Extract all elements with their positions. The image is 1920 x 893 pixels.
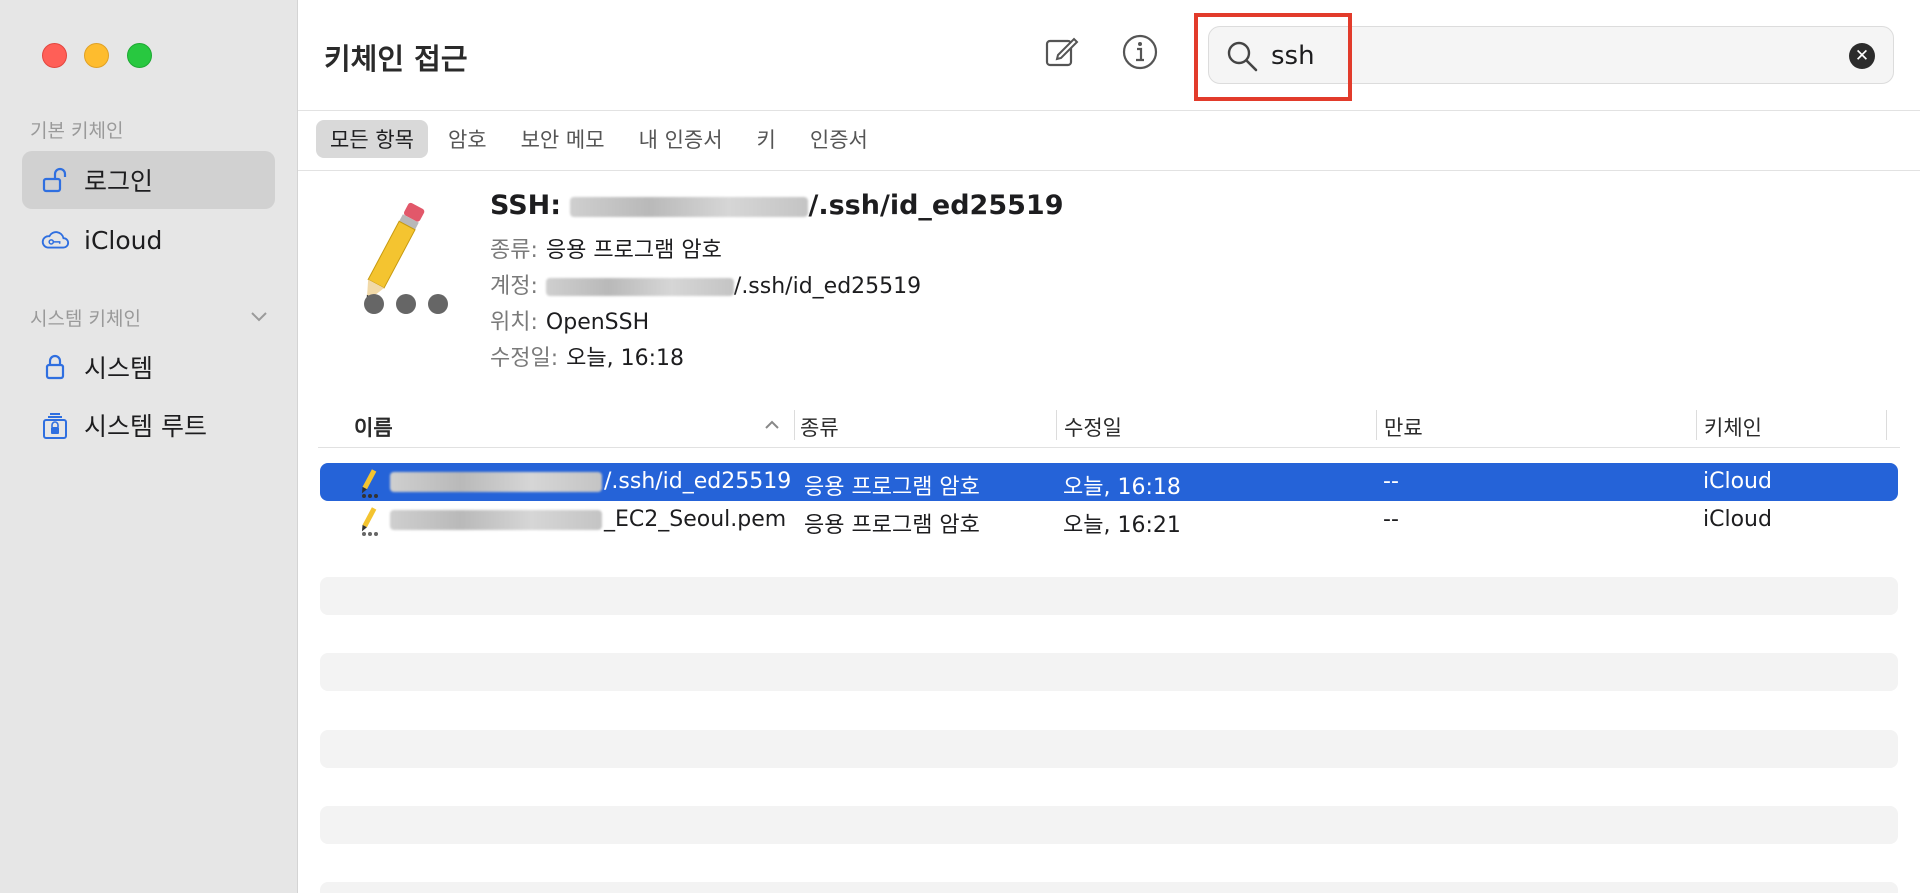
account-row: 계정: /.ssh/id_ed25519 bbox=[490, 268, 921, 300]
sidebar-item-label: 시스템 루트 bbox=[84, 412, 207, 441]
empty-row bbox=[320, 577, 1898, 615]
item-preview-icon bbox=[332, 196, 472, 326]
sidebar-item-login[interactable]: 로그인 bbox=[22, 151, 275, 209]
search-input[interactable] bbox=[1271, 37, 1831, 75]
sidebar-item-label: 로그인 bbox=[84, 167, 154, 196]
row-keychain: iCloud bbox=[1703, 469, 1772, 494]
tab-my-certificates[interactable]: 내 인증서 bbox=[625, 120, 737, 158]
row-kind: 응용 프로그램 암호 bbox=[804, 475, 980, 500]
tab-secure-notes[interactable]: 보안 메모 bbox=[507, 120, 619, 158]
row-name: /.ssh/id_ed25519 bbox=[604, 469, 792, 494]
redacted-text bbox=[570, 196, 809, 217]
column-header-modified[interactable]: 수정일 bbox=[1064, 412, 1122, 442]
kind-value: 응용 프로그램 암호 bbox=[545, 238, 722, 263]
sort-ascending-icon[interactable] bbox=[763, 416, 781, 434]
empty-row bbox=[320, 653, 1898, 691]
table-row[interactable]: _EC2_Seoul.pem 응용 프로그램 암호 오늘, 16:21 -- i… bbox=[320, 501, 1898, 539]
tab-certificates[interactable]: 인증서 bbox=[796, 120, 882, 158]
row-expires: -- bbox=[1383, 507, 1399, 532]
tab-keys[interactable]: 키 bbox=[743, 120, 790, 158]
where-row: 위치: OpenSSH bbox=[490, 304, 649, 336]
divider bbox=[298, 170, 1920, 171]
sidebar-item-label: iCloud bbox=[84, 225, 163, 255]
sidebar-item-system-roots[interactable]: 시스템 루트 bbox=[22, 396, 275, 454]
modified-label: 수정일: bbox=[490, 346, 559, 371]
column-header-name[interactable]: 이름 bbox=[354, 412, 393, 442]
column-divider[interactable] bbox=[794, 410, 795, 440]
kind-label: 종류: bbox=[490, 238, 538, 263]
tab-passwords[interactable]: 암호 bbox=[434, 120, 501, 158]
table-row[interactable]: /.ssh/id_ed25519 응용 프로그램 암호 오늘, 16:18 --… bbox=[320, 463, 1898, 501]
pencil-password-icon bbox=[361, 469, 378, 498]
get-info-button[interactable] bbox=[1120, 34, 1160, 74]
unlock-icon bbox=[40, 165, 70, 195]
where-label: 위치: bbox=[490, 310, 538, 335]
category-tabs: 모든 항목 암호 보안 메모 내 인증서 키 인증서 bbox=[316, 120, 882, 158]
column-header-kind[interactable]: 종류 bbox=[800, 412, 839, 442]
modified-value: 오늘, 16:18 bbox=[566, 346, 685, 371]
close-window-button[interactable] bbox=[42, 43, 67, 68]
tab-all-items[interactable]: 모든 항목 bbox=[316, 120, 428, 158]
empty-row bbox=[320, 806, 1898, 844]
sidebar: 기본 키체인 로그인 iCloud 시스템 키체인 시스템 시스템 루트 bbox=[0, 0, 298, 893]
row-modified: 오늘, 16:18 bbox=[1063, 475, 1181, 500]
sidebar-item-label: 시스템 bbox=[84, 354, 154, 383]
row-keychain: iCloud bbox=[1703, 507, 1772, 532]
main-content: 키체인 접근 ✕ 모든 항목 암호 보안 메모 내 인증서 키 인증서 bbox=[298, 0, 1920, 893]
sidebar-item-icloud[interactable]: iCloud bbox=[22, 211, 275, 269]
redacted-text bbox=[545, 278, 734, 296]
locked-cabinet-icon bbox=[40, 410, 70, 440]
sidebar-section-system: 시스템 키체인 bbox=[30, 308, 141, 330]
compose-icon bbox=[1044, 34, 1080, 74]
info-icon bbox=[1121, 33, 1159, 75]
where-value: OpenSSH bbox=[545, 310, 650, 335]
lock-icon bbox=[40, 352, 70, 382]
zoom-window-button[interactable] bbox=[127, 43, 152, 68]
column-header-keychain[interactable]: 키체인 bbox=[1704, 412, 1762, 442]
minimize-window-button[interactable] bbox=[84, 43, 109, 68]
pencil-password-icon bbox=[364, 202, 448, 314]
redacted-text bbox=[390, 510, 602, 530]
empty-row bbox=[320, 730, 1898, 768]
column-divider[interactable] bbox=[1696, 410, 1697, 440]
column-divider[interactable] bbox=[1376, 410, 1377, 440]
column-header-expires[interactable]: 만료 bbox=[1384, 412, 1423, 442]
redacted-text bbox=[390, 472, 602, 492]
column-divider[interactable] bbox=[1056, 410, 1057, 440]
cloud-key-icon bbox=[40, 225, 70, 255]
new-item-button[interactable] bbox=[1042, 34, 1082, 74]
row-modified: 오늘, 16:21 bbox=[1063, 513, 1181, 538]
chevron-down-icon[interactable] bbox=[248, 305, 270, 327]
divider bbox=[298, 110, 1920, 111]
empty-row bbox=[320, 882, 1898, 893]
kind-row: 종류: 응용 프로그램 암호 bbox=[490, 232, 722, 264]
account-label: 계정: bbox=[490, 274, 538, 299]
row-expires: -- bbox=[1383, 469, 1399, 494]
table-header: 이름 종류 수정일 만료 키체인 bbox=[318, 402, 1900, 448]
sidebar-item-system[interactable]: 시스템 bbox=[22, 338, 275, 396]
column-divider[interactable] bbox=[1886, 410, 1887, 440]
item-title-suffix: /.ssh/id_ed25519 bbox=[808, 190, 1064, 221]
modified-row: 수정일: 오늘, 16:18 bbox=[490, 340, 684, 372]
window-title: 키체인 접근 bbox=[324, 42, 468, 76]
item-title: SSH: /.ssh/id_ed25519 bbox=[490, 190, 1063, 221]
row-name: _EC2_Seoul.pem bbox=[604, 507, 787, 532]
search-highlight-annotation bbox=[1194, 13, 1352, 101]
item-title-prefix: SSH: bbox=[490, 190, 562, 221]
account-value: /.ssh/id_ed25519 bbox=[733, 274, 922, 299]
sidebar-section-default: 기본 키체인 bbox=[30, 120, 124, 142]
pencil-password-icon bbox=[361, 507, 378, 536]
clear-search-icon[interactable]: ✕ bbox=[1849, 43, 1875, 69]
row-kind: 응용 프로그램 암호 bbox=[804, 513, 980, 538]
